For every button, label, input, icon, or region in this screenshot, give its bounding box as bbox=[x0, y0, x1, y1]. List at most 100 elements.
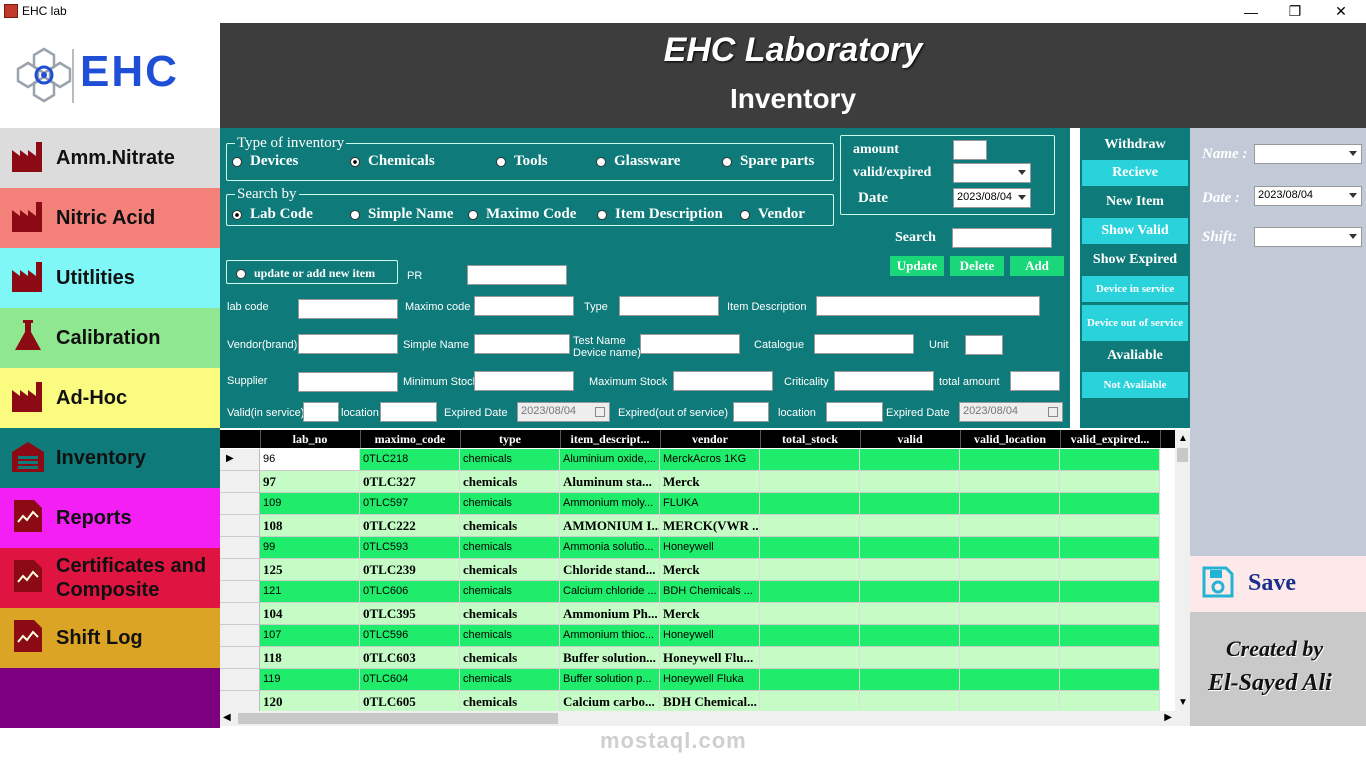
show-valid-button[interactable]: Show Valid bbox=[1082, 218, 1188, 244]
table-cell[interactable]: 0TLC597 bbox=[360, 493, 460, 515]
table-cell[interactable]: Honeywell Fluka bbox=[660, 669, 760, 691]
table-row[interactable]: 107 0TLC596 chemicals Ammonium thioc... Hone… bbox=[220, 625, 1175, 647]
table-cell[interactable] bbox=[1060, 625, 1160, 647]
maximize-button[interactable]: ❐ bbox=[1272, 0, 1318, 23]
table-cell[interactable]: AMMONIUM I... bbox=[560, 515, 660, 537]
table-cell[interactable] bbox=[860, 603, 960, 625]
table-cell[interactable]: Buffer solution p... bbox=[560, 669, 660, 691]
table-cell[interactable] bbox=[1060, 603, 1160, 625]
table-cell[interactable] bbox=[860, 691, 960, 713]
sidebar-item-ad-hoc[interactable]: Ad-Hoc bbox=[0, 368, 220, 428]
table-cell[interactable] bbox=[1060, 669, 1160, 691]
criticality-field[interactable] bbox=[834, 371, 934, 391]
minimize-button[interactable]: — bbox=[1228, 0, 1274, 23]
table-row[interactable]: 120 0TLC605 chemicals Calcium carbo... BDH C… bbox=[220, 691, 1175, 713]
table-cell[interactable] bbox=[960, 603, 1060, 625]
table-cell[interactable] bbox=[1060, 581, 1160, 603]
row-header[interactable] bbox=[220, 515, 260, 537]
table-cell[interactable]: chemicals bbox=[460, 493, 560, 515]
column-header[interactable]: lab_no bbox=[260, 430, 361, 448]
table-cell[interactable]: chemicals bbox=[460, 691, 560, 713]
table-cell[interactable] bbox=[760, 449, 860, 471]
table-cell[interactable] bbox=[960, 471, 1060, 493]
row-header[interactable] bbox=[220, 493, 260, 515]
valid-in-service-field[interactable] bbox=[303, 402, 339, 422]
table-cell[interactable]: MERCK(VWR ... bbox=[660, 515, 760, 537]
type-radio-chemicals[interactable]: Chemicals bbox=[350, 153, 435, 170]
search-radio-simple-name[interactable]: Simple Name bbox=[350, 206, 453, 223]
table-cell[interactable] bbox=[760, 669, 860, 691]
withdraw-button[interactable]: Withdraw bbox=[1082, 132, 1188, 158]
table-cell[interactable] bbox=[760, 647, 860, 669]
horizontal-scrollbar[interactable]: ◀ ▶ bbox=[220, 711, 1175, 726]
name-select[interactable] bbox=[1254, 144, 1362, 164]
avaliable-button[interactable]: Avaliable bbox=[1082, 343, 1188, 369]
location-field[interactable] bbox=[380, 402, 437, 422]
column-header[interactable]: item_descript... bbox=[560, 430, 661, 448]
table-cell[interactable] bbox=[1060, 559, 1160, 581]
sidebar-item-shift-log[interactable]: Shift Log bbox=[0, 608, 220, 668]
table-row[interactable]: 108 0TLC222 chemicals AMMONIUM I... MERCK(VW… bbox=[220, 515, 1175, 537]
table-cell[interactable] bbox=[760, 515, 860, 537]
row-header[interactable] bbox=[220, 625, 260, 647]
table-cell[interactable]: 118 bbox=[260, 647, 360, 669]
column-header[interactable]: maximo_code bbox=[360, 430, 461, 448]
column-header[interactable]: valid_location bbox=[960, 430, 1061, 448]
expired-date-out-picker[interactable]: 2023/08/04 bbox=[959, 402, 1063, 422]
unit-field[interactable] bbox=[965, 335, 1003, 355]
table-cell[interactable] bbox=[760, 581, 860, 603]
amount-field[interactable] bbox=[953, 140, 987, 160]
table-cell[interactable] bbox=[860, 515, 960, 537]
table-cell[interactable]: 107 bbox=[260, 625, 360, 647]
table-cell[interactable] bbox=[860, 537, 960, 559]
sidebar-item-calibration[interactable]: Calibration bbox=[0, 308, 220, 368]
row-header[interactable] bbox=[220, 559, 260, 581]
table-cell[interactable]: 104 bbox=[260, 603, 360, 625]
row-header[interactable] bbox=[220, 647, 260, 669]
table-cell[interactable]: Aluminium oxide,... bbox=[560, 449, 660, 471]
vertical-scrollbar[interactable]: ▲ ▼ bbox=[1175, 430, 1190, 726]
column-header[interactable]: valid_expired... bbox=[1060, 430, 1161, 448]
table-row[interactable]: 104 0TLC395 chemicals Ammonium Ph... Merck bbox=[220, 603, 1175, 625]
chevron-up-icon[interactable]: ▲ bbox=[1178, 433, 1188, 444]
search-radio-item-description[interactable]: Item Description bbox=[597, 206, 723, 223]
lab-code-field[interactable] bbox=[298, 299, 398, 319]
table-cell[interactable]: Ammonium thioc... bbox=[560, 625, 660, 647]
item-description-field[interactable] bbox=[816, 296, 1040, 316]
row-header[interactable] bbox=[220, 669, 260, 691]
table-row[interactable]: 121 0TLC606 chemicals Calcium chloride ... B… bbox=[220, 581, 1175, 603]
table-cell[interactable]: BDH Chemicals ... bbox=[660, 581, 760, 603]
table-row[interactable]: 125 0TLC239 chemicals Chloride stand... Merc… bbox=[220, 559, 1175, 581]
table-cell[interactable] bbox=[960, 559, 1060, 581]
table-cell[interactable]: Honeywell bbox=[660, 537, 760, 559]
table-cell[interactable]: Ammonium moly... bbox=[560, 493, 660, 515]
table-cell[interactable] bbox=[960, 691, 1060, 713]
table-cell[interactable]: Aluminum sta... bbox=[560, 471, 660, 493]
minimum-stock-field[interactable] bbox=[474, 371, 574, 391]
table-cell[interactable] bbox=[1060, 493, 1160, 515]
chevron-down-icon[interactable]: ▼ bbox=[1178, 697, 1188, 708]
table-cell[interactable]: 108 bbox=[260, 515, 360, 537]
table-cell[interactable]: 0TLC603 bbox=[360, 647, 460, 669]
table-cell[interactable]: Merck bbox=[660, 471, 760, 493]
table-cell[interactable] bbox=[760, 603, 860, 625]
table-cell[interactable] bbox=[960, 669, 1060, 691]
shift-select[interactable] bbox=[1254, 227, 1362, 247]
save-button[interactable]: Save bbox=[1190, 556, 1366, 612]
column-header[interactable]: vendor bbox=[660, 430, 761, 448]
close-button[interactable]: ✕ bbox=[1318, 0, 1364, 23]
shift-date-picker[interactable]: 2023/08/04 bbox=[1254, 186, 1362, 206]
table-row[interactable]: 118 0TLC603 chemicals Buffer solution... Hon… bbox=[220, 647, 1175, 669]
delete-button[interactable]: Delete bbox=[950, 256, 1004, 276]
table-cell[interactable] bbox=[960, 515, 1060, 537]
sidebar-item-inventory[interactable]: Inventory bbox=[0, 428, 220, 488]
new-item-button[interactable]: New Item bbox=[1082, 189, 1188, 215]
table-cell[interactable]: 0TLC222 bbox=[360, 515, 460, 537]
table-cell[interactable]: chemicals bbox=[460, 449, 560, 471]
add-button[interactable]: Add bbox=[1010, 256, 1064, 276]
total-amount-field[interactable] bbox=[1010, 371, 1060, 391]
table-cell[interactable] bbox=[760, 691, 860, 713]
table-cell[interactable] bbox=[860, 449, 960, 471]
table-cell[interactable]: Honeywell Flu... bbox=[660, 647, 760, 669]
table-cell[interactable] bbox=[860, 669, 960, 691]
